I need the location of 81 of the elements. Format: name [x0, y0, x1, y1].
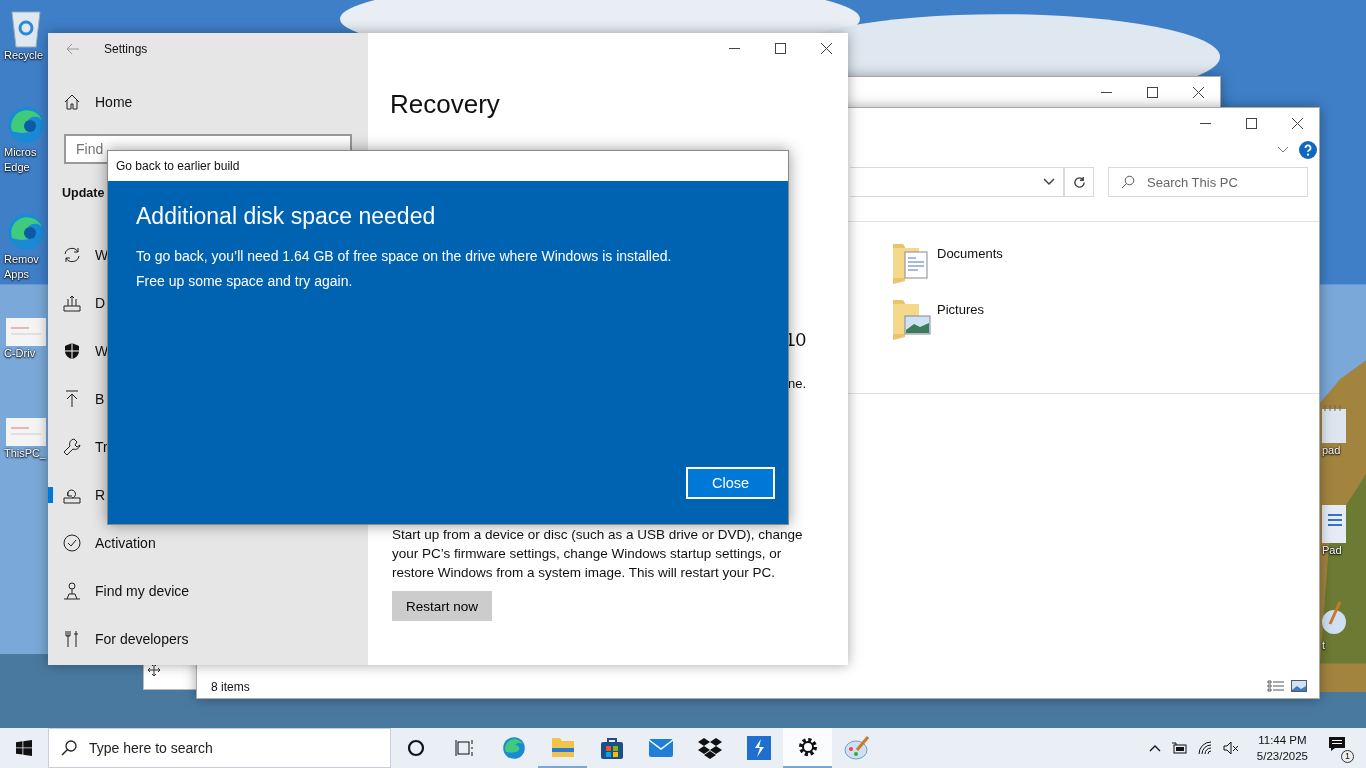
shield-icon — [63, 342, 81, 360]
clock[interactable]: 11:44 PM 5/23/2025 — [1248, 732, 1316, 764]
developer-tools-icon — [63, 630, 81, 648]
close-icon[interactable] — [821, 42, 832, 54]
search-icon[interactable] — [61, 740, 77, 756]
lightning-app-icon — [746, 736, 771, 760]
edge-icon[interactable] — [6, 105, 46, 145]
text-fragment: ne. — [788, 376, 807, 391]
settings-icon — [796, 736, 819, 758]
battery-icon[interactable] — [1170, 742, 1187, 754]
search-field[interactable]: Type here to search — [48, 728, 391, 768]
paint-palette-icon — [843, 736, 870, 760]
description: Start up from a device or disc (such as a USB drive or DVD), change your PC’s firmware settings, change Windows startup settings, or restore Windows from a system image. This will restart your PC. — [392, 526, 804, 582]
maximize-icon[interactable] — [775, 42, 786, 54]
sidebar-item[interactable]: W — [48, 237, 109, 273]
folder-icon — [550, 736, 575, 758]
details-view-icon[interactable] — [1267, 680, 1285, 692]
shopping-bag-icon — [599, 736, 624, 760]
desktop-icon-label[interactable]: Micros — [4, 145, 37, 160]
folder-label[interactable]: Pictures — [937, 298, 984, 317]
chevron-up-icon[interactable] — [1148, 744, 1161, 752]
desktop-icon-label[interactable]: Apps — [4, 267, 30, 282]
folder-label[interactable]: Documents — [937, 242, 1003, 261]
close-icon[interactable] — [1193, 86, 1204, 98]
notepad-icon[interactable] — [1322, 405, 1346, 443]
check-circle-icon — [63, 534, 81, 552]
chevron-down-icon[interactable] — [1277, 146, 1289, 154]
wordpad-icon[interactable] — [1322, 505, 1346, 543]
tray-upload-icon — [63, 294, 81, 312]
section-heading: Update — [61, 185, 106, 202]
sidebar-item[interactable]: D — [48, 285, 106, 321]
desktop-icon-label[interactable]: t — [1322, 638, 1326, 653]
task-view-icon — [454, 739, 475, 757]
refresh-button[interactable] — [1064, 167, 1094, 197]
message-icon[interactable] — [1328, 735, 1346, 752]
maximize-icon[interactable] — [1147, 86, 1158, 98]
dialog-heading: Additional disk space needed — [136, 203, 437, 230]
sidebar-item[interactable]: Find my device — [48, 573, 190, 609]
person-location-icon — [63, 582, 81, 600]
close-icon[interactable] — [1292, 117, 1303, 129]
sync-icon — [63, 246, 81, 264]
help-icon[interactable] — [1299, 141, 1317, 159]
sidebar-item[interactable]: Activation — [48, 525, 156, 561]
sidebar-item[interactable]: For developers — [48, 621, 189, 657]
page-title: Recovery — [390, 89, 501, 120]
desktop-icon-label[interactable]: Recycle — [4, 48, 44, 63]
recovery-icon — [63, 486, 81, 504]
sidebar-item[interactable]: B — [48, 381, 105, 417]
upload-arrow-icon — [63, 390, 81, 408]
refresh-icon[interactable] — [1072, 175, 1086, 189]
home-link[interactable]: Home — [48, 84, 133, 120]
close-button[interactable]: Close — [686, 467, 775, 499]
chevron-down-icon[interactable] — [1043, 178, 1055, 186]
item-count: 8 items — [211, 680, 250, 694]
edge-icon — [501, 736, 526, 760]
folder-icon[interactable] — [891, 298, 931, 340]
taskbar-app-button[interactable] — [783, 728, 832, 768]
maximize-icon[interactable] — [1246, 117, 1257, 129]
circle-icon — [406, 739, 425, 757]
sidebar-item[interactable]: Tr — [48, 429, 108, 465]
home-icon — [63, 93, 81, 111]
desktop-icon-label[interactable]: Pad — [1322, 543, 1342, 558]
notifications-button[interactable]: 1 — [1326, 733, 1354, 763]
windows-logo-icon[interactable] — [16, 740, 32, 756]
thumbnail-view-icon[interactable] — [1291, 680, 1307, 692]
wifi-icon[interactable] — [1196, 741, 1213, 755]
desktop-icon-label[interactable]: Remov — [4, 252, 39, 267]
window-title: Settings — [104, 42, 148, 56]
desktop-icon-label[interactable]: Edge — [4, 160, 30, 175]
sidebar-item[interactable]: R — [48, 477, 106, 513]
dialog-message: To go back, you’ll need 1.64 GB of free space on the drive where Windows is installed. — [136, 247, 673, 266]
dialog-title: Go back to earlier build — [108, 151, 788, 181]
move-icon[interactable] — [148, 664, 160, 676]
restart-now-button[interactable]: Restart now — [392, 591, 493, 621]
speaker-muted-icon[interactable] — [1222, 741, 1239, 755]
mail-icon — [647, 738, 674, 758]
wrench-icon — [63, 438, 81, 456]
dropbox-icon — [696, 737, 723, 759]
dialog-message: Free up some space and try again. — [136, 272, 354, 291]
sidebar-item[interactable]: W — [48, 333, 109, 369]
edge-icon[interactable] — [6, 212, 46, 252]
